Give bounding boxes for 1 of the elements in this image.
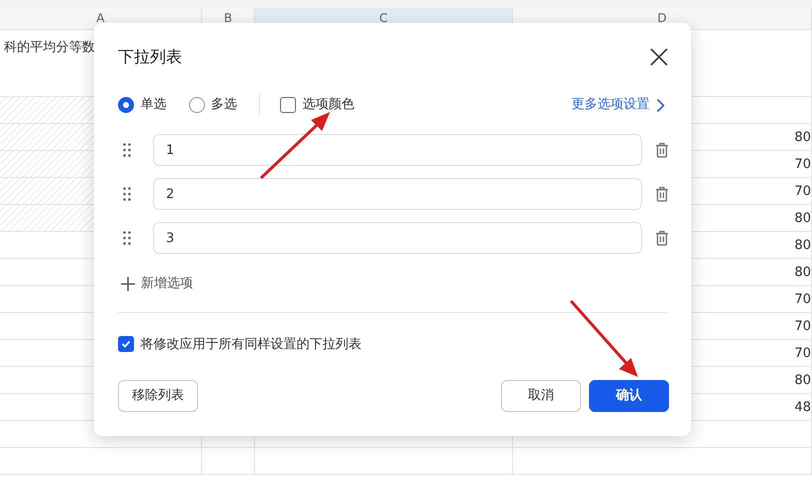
dialog-title: 下拉列表 (118, 46, 182, 68)
